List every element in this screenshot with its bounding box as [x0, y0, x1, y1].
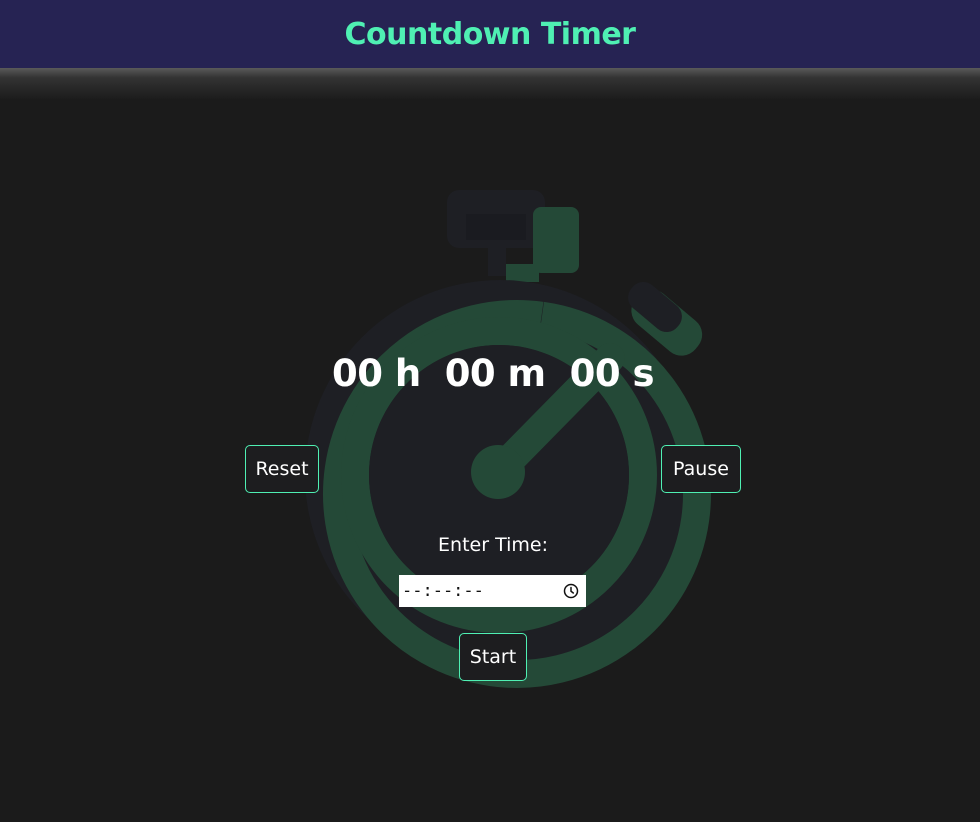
clock-icon[interactable] — [563, 583, 579, 599]
countdown-display: 00 h 00 m 00 s — [0, 352, 980, 395]
reset-button[interactable]: Reset — [245, 445, 319, 493]
time-input-value: --:--:-- — [402, 581, 484, 601]
start-button[interactable]: Start — [459, 633, 527, 681]
enter-time-label: Enter Time: — [438, 534, 548, 556]
hours-value: 00 h — [331, 352, 421, 395]
header-shadow — [0, 68, 980, 100]
pause-button[interactable]: Pause — [661, 445, 741, 493]
stopwatch-icon — [305, 190, 711, 688]
seconds-value: 00 s — [569, 352, 655, 395]
time-input[interactable]: --:--:-- — [399, 575, 586, 607]
page-title: Countdown Timer — [344, 16, 636, 52]
app-header: Countdown Timer — [0, 0, 980, 68]
minutes-value: 00 m — [444, 352, 546, 395]
